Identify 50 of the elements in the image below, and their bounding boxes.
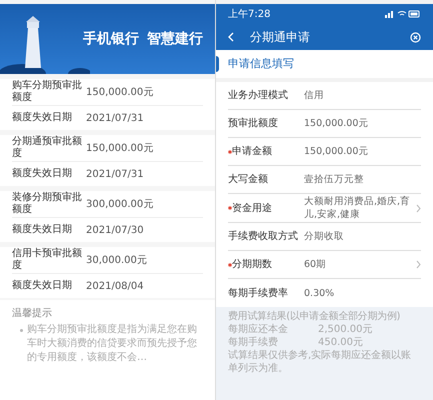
back-icon[interactable] [228, 32, 234, 42]
field-value: 150,000.00元 [304, 145, 370, 158]
field-value: 大额耐用消费品,婚庆,育儿,安家,健康 [304, 195, 412, 221]
estimate-value: 2,500.00元 [318, 323, 373, 336]
field-value: 300,000.00元 [86, 198, 154, 212]
estimate-label: 每期手续费 [228, 336, 279, 349]
field-label: 资金用途 [232, 202, 272, 216]
field-label: 预审批额度 [228, 116, 278, 131]
estimate-title: 费用试算结果(以申请金额全部分期为例) [228, 310, 402, 323]
accent-bar [216, 56, 219, 72]
field-value: 分期收取 [304, 230, 345, 243]
field-label: 装修分期预审批额度 [12, 192, 83, 216]
status-time: 上午7:28 [228, 8, 270, 22]
page-title: 分期通申请 [250, 29, 310, 46]
field-value: 150,000.00元 [86, 86, 154, 100]
field-label: 额度失效日期 [12, 280, 73, 292]
status-icons [385, 10, 421, 18]
banner-title: 手机银行 [83, 30, 139, 48]
bullet-icon [20, 329, 23, 332]
field-label: 申请金额 [232, 144, 272, 159]
field-value: 壹拾伍万元整 [304, 173, 365, 186]
field-value: 2021/08/04 [86, 280, 144, 294]
field-value: 信用 [304, 89, 325, 102]
field-label: 购车分期预审批额度 [12, 80, 83, 104]
field-label: 额度失效日期 [12, 224, 73, 236]
field-value: 60期 [304, 258, 328, 271]
field-value: 150,000.00元 [304, 117, 370, 130]
field-label: 信用卡预审批额度 [12, 248, 83, 272]
field-value: 2021/07/31 [86, 112, 144, 126]
field-value: 2021/07/30 [86, 224, 144, 238]
field-label: 大写金额 [228, 172, 268, 187]
field-label: 业务办理模式 [228, 88, 288, 103]
field-label: 分期通预审批额度 [12, 136, 83, 160]
field-label: 额度失效日期 [12, 168, 73, 180]
banner-title: 智慧建行 [147, 30, 203, 48]
field-value: 0.30% [304, 286, 336, 300]
field-label: 手续费收取方式 [228, 230, 298, 244]
field-label: 每期手续费率 [228, 286, 288, 300]
field-value: 2021/07/31 [86, 168, 144, 182]
field-label: 分期期数 [232, 258, 272, 272]
field-value: 150,000.00元 [86, 142, 154, 156]
estimate-label: 每期应还本金 [228, 323, 289, 336]
field-value: 30,000.00元 [86, 254, 147, 268]
section-title: 申请信息填写 [228, 56, 294, 72]
estimate-value: 450.00元 [318, 336, 363, 349]
estimate-note: 试算结果仅供参考,实际每期应还金额以账单列示为准。 [228, 349, 412, 375]
close-icon[interactable] [410, 32, 421, 42]
tips-title: 温馨提示 [12, 306, 53, 321]
tip-text: 购车分期预审批额度是指为满足您在购车时大额消费的信贷要求而预先授予您的专用额度，该额度不会… [27, 323, 198, 365]
field-label: 额度失效日期 [12, 112, 73, 124]
